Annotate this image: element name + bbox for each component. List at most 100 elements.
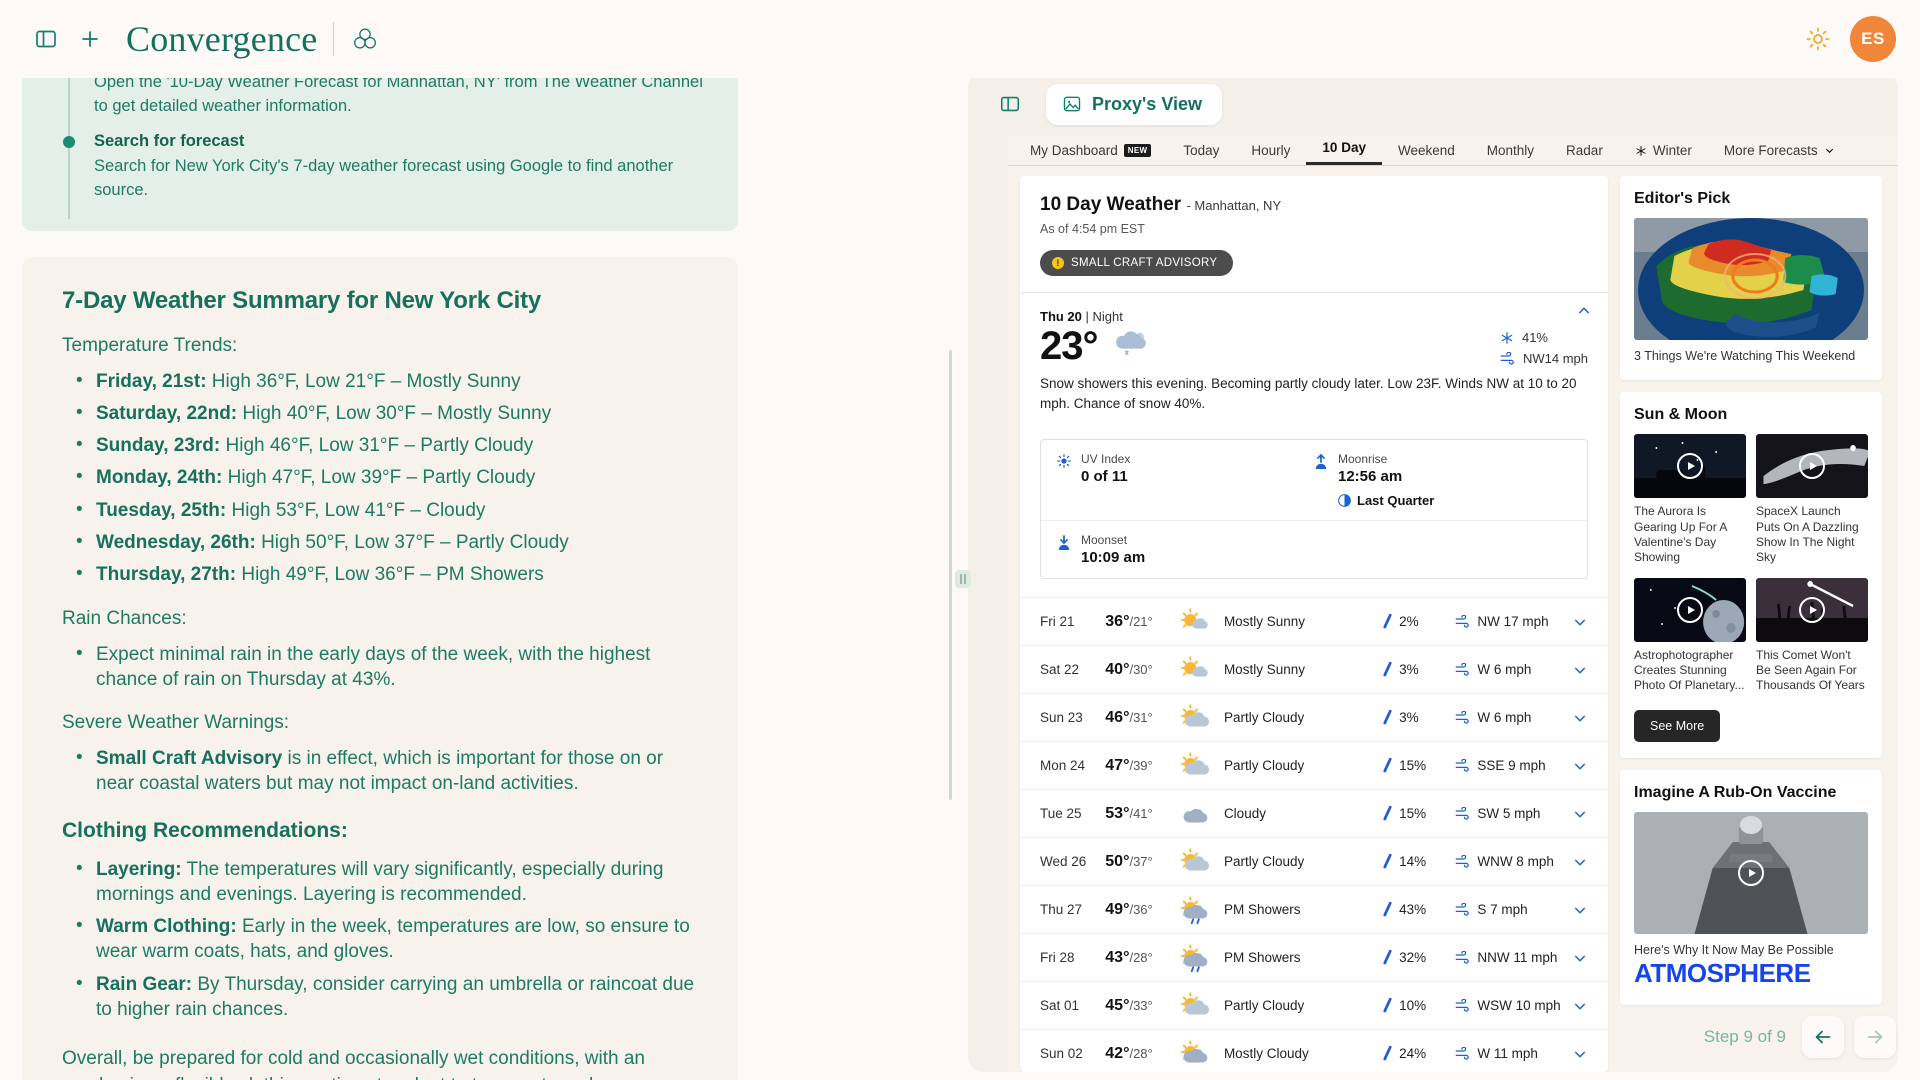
user-avatar[interactable]: ES [1850, 16, 1896, 62]
tab-radar[interactable]: Radar [1550, 143, 1619, 165]
showers-icon [1180, 942, 1224, 974]
sun-moon-item[interactable]: This Comet Won't Be Seen Again For Thous… [1756, 578, 1868, 694]
tonight-detail: Thu 20 | Night 23° [1020, 293, 1608, 425]
atmosphere-logo: ATMOSPHERE [1634, 958, 1868, 989]
list-item: Friday, 21st: High 36°F, Low 21°F – Most… [62, 369, 698, 394]
expand-chevron-down-icon[interactable] [1572, 854, 1588, 870]
forecast-condition: PM Showers [1224, 950, 1382, 965]
forecast-row[interactable]: Mon 2447°/39°Partly Cloudy15%SSE 9 mph [1020, 741, 1608, 789]
raindrop-icon [1382, 998, 1393, 1013]
forecast-as-of: As of 4:54 pm EST [1040, 222, 1588, 236]
astronomy-row: UV Index 0 of 11 Moonrise 12:56 am [1041, 440, 1587, 520]
expand-chevron-down-icon[interactable] [1572, 614, 1588, 630]
app-topbar: Convergence ES [0, 0, 1920, 78]
forecast-precip: 32% [1382, 950, 1455, 965]
expand-chevron-down-icon[interactable] [1572, 950, 1588, 966]
expand-chevron-down-icon[interactable] [1572, 998, 1588, 1014]
sun-and-moon-card: Sun & Moon The Aurora Is Gearing Up For … [1620, 392, 1882, 758]
wind-icon [1455, 807, 1470, 820]
new-chat-icon[interactable] [68, 17, 112, 61]
tonight-sep: | [1086, 309, 1093, 324]
forecast-low: /41° [1129, 806, 1152, 821]
tab-monthly[interactable]: Monthly [1471, 143, 1550, 165]
forecast-row[interactable]: Fri 2843°/28°PM Showers32%NNW 11 mph [1020, 933, 1608, 981]
vaccine-thumbnail[interactable] [1634, 812, 1868, 934]
day-detail: High 47°F, Low 39°F – Partly Cloudy [222, 467, 535, 488]
vaccine-caption[interactable]: Here's Why It Now May Be Possible [1634, 942, 1868, 958]
content-scrollbar[interactable] [949, 350, 952, 800]
forecast-precip-value: 32% [1399, 950, 1426, 965]
forecast-day: Mon 24 [1040, 758, 1105, 773]
small-craft-advisory-badge[interactable]: ! SMALL CRAFT ADVISORY [1040, 250, 1233, 276]
forecast-row[interactable]: Wed 2650°/37°Partly Cloudy14%WNW 8 mph [1020, 837, 1608, 885]
expand-chevron-down-icon[interactable] [1572, 710, 1588, 726]
day-detail: High 50°F, Low 37°F – Partly Cloudy [256, 532, 569, 553]
sun-moon-caption[interactable]: SpaceX Launch Puts On A Dazzling Show In… [1756, 504, 1868, 565]
play-icon[interactable] [1738, 860, 1764, 886]
sun-moon-thumbnail[interactable] [1634, 578, 1746, 642]
tab-10-day[interactable]: 10 Day [1306, 140, 1382, 165]
expand-chevron-down-icon[interactable] [1572, 662, 1588, 678]
forecast-wind-value: W 6 mph [1477, 710, 1531, 725]
sun-moon-caption[interactable]: Astrophotographer Creates Stunning Photo… [1634, 648, 1746, 694]
next-step-button[interactable] [1854, 1016, 1896, 1058]
panel-resize-handle[interactable] [955, 570, 971, 588]
collapse-chevron-up-icon[interactable] [1576, 303, 1592, 324]
raindrop-icon [1382, 806, 1393, 821]
forecast-wind: W 11 mph [1455, 1046, 1572, 1061]
expand-chevron-down-icon[interactable] [1572, 758, 1588, 774]
raindrop-icon [1382, 902, 1393, 917]
play-icon[interactable] [1799, 453, 1825, 479]
forecast-row[interactable]: Sun 2346°/31°Partly Cloudy3%W 6 mph [1020, 693, 1608, 741]
day-detail: High 40°F, Low 30°F – Mostly Sunny [237, 403, 551, 424]
editors-pick-caption[interactable]: 3 Things We're Watching This Weekend [1634, 348, 1868, 364]
proxy-view-panel: Proxy's View My DashboardNEWTodayHourly1… [968, 72, 1898, 1072]
list-item: Warm Clothing: Early in the week, temper… [62, 914, 698, 965]
toggle-sidebar-icon[interactable] [24, 17, 68, 61]
editors-pick-thumbnail[interactable] [1634, 218, 1868, 340]
forecast-row[interactable]: Sat 2240°/30°Mostly Sunny3%W 6 mph [1020, 645, 1608, 693]
forecast-row[interactable]: Sat 0145°/33°Partly Cloudy10%WSW 10 mph [1020, 981, 1608, 1029]
tab-weekend[interactable]: Weekend [1382, 143, 1471, 165]
tab-hourly[interactable]: Hourly [1235, 143, 1306, 165]
forecast-row[interactable]: Sun 0242°/28°Mostly Cloudy24%W 11 mph [1020, 1029, 1608, 1072]
see-more-button[interactable]: See More [1634, 710, 1720, 742]
tab-today[interactable]: Today [1167, 143, 1235, 165]
sun-moon-caption[interactable]: The Aurora Is Gearing Up For A Valentine… [1634, 504, 1746, 565]
forecast-title: 10 Day Weather - Manhattan, NY [1040, 194, 1588, 216]
sun-moon-caption[interactable]: This Comet Won't Be Seen Again For Thous… [1756, 648, 1868, 694]
expand-chevron-down-icon[interactable] [1572, 902, 1588, 918]
tonight-period: Night [1093, 309, 1123, 324]
sun-moon-thumbnail[interactable] [1756, 434, 1868, 498]
sun-moon-item[interactable]: Astrophotographer Creates Stunning Photo… [1634, 578, 1746, 694]
sun-moon-thumbnail[interactable] [1634, 434, 1746, 498]
showers-icon [1180, 894, 1224, 926]
mostly-cloudy-icon [1180, 1038, 1224, 1070]
theme-sun-icon[interactable] [1806, 27, 1830, 51]
sun-moon-item[interactable]: SpaceX Launch Puts On A Dazzling Show In… [1756, 434, 1868, 565]
conversation-column: Open the weather page Open the '10-Day W… [0, 60, 760, 1080]
forecast-temps: 45°/33° [1105, 997, 1180, 1015]
expand-chevron-down-icon[interactable] [1572, 806, 1588, 822]
forecast-row[interactable]: Thu 2749°/36°PM Showers43%S 7 mph [1020, 885, 1608, 933]
forecast-precip-value: 3% [1399, 662, 1419, 677]
forecast-row[interactable]: Tue 2553°/41°Cloudy15%SW 5 mph [1020, 789, 1608, 837]
wind-icon [1455, 951, 1470, 964]
previous-step-button[interactable] [1802, 1016, 1844, 1058]
snowflake-icon [1500, 331, 1514, 345]
proxys-view-button[interactable]: Proxy's View [1046, 84, 1222, 125]
mostly-sunny-icon [1180, 654, 1224, 686]
play-icon[interactable] [1677, 597, 1703, 623]
tab-my-dashboard[interactable]: My DashboardNEW [1014, 143, 1167, 165]
tab-winter[interactable]: Winter [1619, 143, 1708, 165]
forecast-high: 46° [1105, 709, 1129, 726]
sun-moon-item[interactable]: The Aurora Is Gearing Up For A Valentine… [1634, 434, 1746, 565]
play-icon[interactable] [1677, 453, 1703, 479]
toggle-proxy-panel-icon[interactable] [990, 84, 1030, 124]
tab-more-forecasts[interactable]: More Forecasts [1708, 143, 1851, 165]
play-icon[interactable] [1799, 597, 1825, 623]
forecast-row[interactable]: Fri 2136°/21°Mostly Sunny2%NW 17 mph [1020, 597, 1608, 645]
plan-step[interactable]: Search for forecast Search for New York … [22, 129, 738, 213]
sun-moon-thumbnail[interactable] [1756, 578, 1868, 642]
expand-chevron-down-icon[interactable] [1572, 1046, 1588, 1062]
